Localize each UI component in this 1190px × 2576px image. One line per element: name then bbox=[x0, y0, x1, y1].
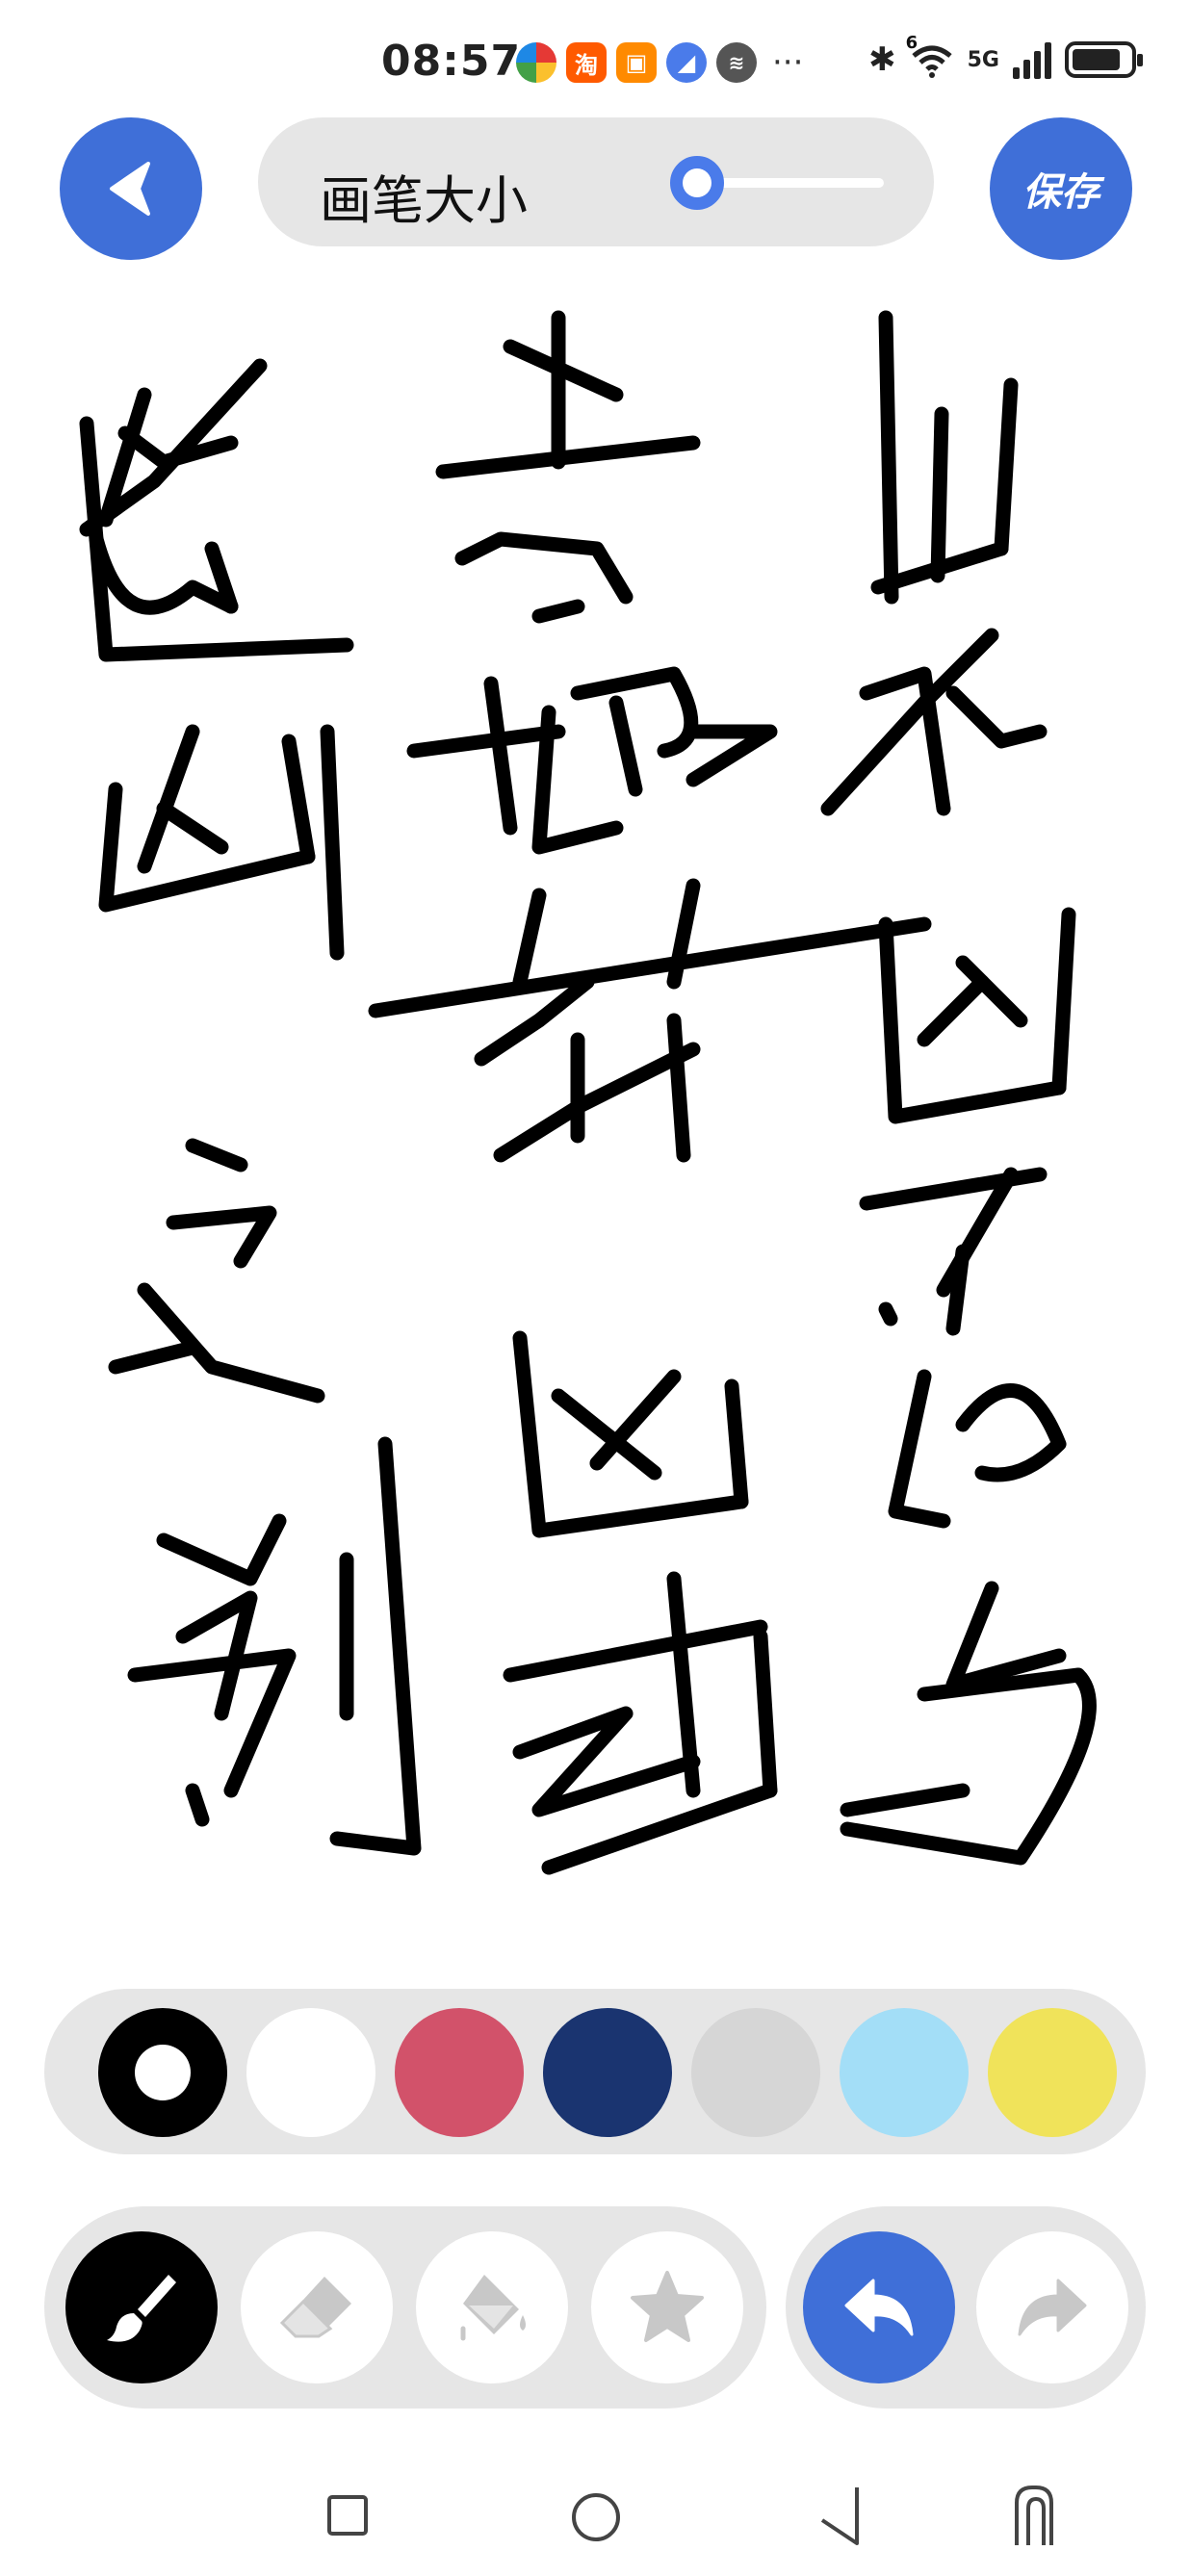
stamp-star-tool-button[interactable] bbox=[591, 2231, 743, 2383]
fill-bucket-tool-button[interactable] bbox=[416, 2231, 568, 2383]
color-swatch[interactable] bbox=[98, 2008, 227, 2137]
status-time: 08:57 bbox=[381, 37, 522, 86]
stroke-group-left bbox=[79, 358, 422, 1856]
recents-icon[interactable] bbox=[327, 2495, 368, 2536]
blue-app-icon: ◢ bbox=[666, 42, 707, 83]
undo-icon bbox=[844, 2279, 914, 2336]
status-bar: 08:57 淘 ▣ ◢ ≋ ··· ✱ 6 5G bbox=[0, 0, 1190, 116]
bluetooth-icon: ✱ bbox=[868, 40, 896, 79]
eraser-icon bbox=[279, 2277, 351, 2338]
brush-size-label: 画笔大小 bbox=[320, 170, 528, 231]
status-app-icons: 淘 ▣ ◢ ≋ ··· bbox=[516, 42, 803, 83]
redo-icon bbox=[1018, 2279, 1087, 2336]
drawing-tools bbox=[44, 2206, 766, 2409]
back-icon[interactable] bbox=[815, 2482, 872, 2549]
wifi-icon: 6 bbox=[906, 33, 954, 79]
back-arrow-icon bbox=[110, 162, 150, 216]
battery-fill bbox=[1073, 49, 1121, 70]
brush-tool-button[interactable] bbox=[65, 2231, 218, 2383]
brush-size-bar: 画笔大小 bbox=[258, 117, 934, 246]
network-label: 5G bbox=[967, 47, 999, 72]
signal-icon bbox=[1013, 40, 1051, 79]
history-tools bbox=[786, 2206, 1146, 2409]
stroke-group-right bbox=[820, 310, 1097, 1866]
brush-icon bbox=[107, 2275, 176, 2342]
qq-browser-icon bbox=[516, 42, 556, 83]
color-swatch[interactable] bbox=[840, 2008, 969, 2137]
extra-icon[interactable] bbox=[1007, 2480, 1065, 2551]
home-icon[interactable] bbox=[572, 2493, 620, 2541]
battery-icon bbox=[1065, 41, 1143, 78]
handwriting-strokes bbox=[79, 310, 1097, 1875]
redo-button[interactable] bbox=[976, 2231, 1128, 2383]
fill-bucket-icon bbox=[460, 2275, 526, 2341]
stroke-group-middle bbox=[368, 310, 932, 1875]
star-icon bbox=[631, 2271, 704, 2342]
undo-button[interactable] bbox=[803, 2231, 955, 2383]
slider-thumb[interactable] bbox=[670, 156, 724, 210]
voice-icon: ≋ bbox=[716, 42, 757, 83]
color-swatch[interactable] bbox=[543, 2008, 672, 2137]
navigation-bar bbox=[0, 2453, 1190, 2576]
color-swatch[interactable] bbox=[691, 2008, 820, 2137]
color-swatch[interactable] bbox=[246, 2008, 375, 2137]
status-indicators: ✱ 6 5G bbox=[868, 33, 1143, 79]
red-envelope-icon: ▣ bbox=[616, 42, 657, 83]
drawing-canvas[interactable] bbox=[0, 289, 1190, 1964]
wifi-label: 6 bbox=[905, 33, 918, 53]
save-button[interactable]: 保存 bbox=[990, 117, 1132, 260]
more-icon: ··· bbox=[772, 43, 804, 82]
color-palette bbox=[44, 1989, 1146, 2154]
brush-size-slider[interactable] bbox=[653, 156, 884, 210]
eraser-tool-button[interactable] bbox=[241, 2231, 393, 2383]
color-swatch[interactable] bbox=[395, 2008, 524, 2137]
back-button[interactable] bbox=[60, 117, 202, 260]
taobao-icon: 淘 bbox=[566, 42, 607, 83]
color-swatch[interactable] bbox=[988, 2008, 1117, 2137]
